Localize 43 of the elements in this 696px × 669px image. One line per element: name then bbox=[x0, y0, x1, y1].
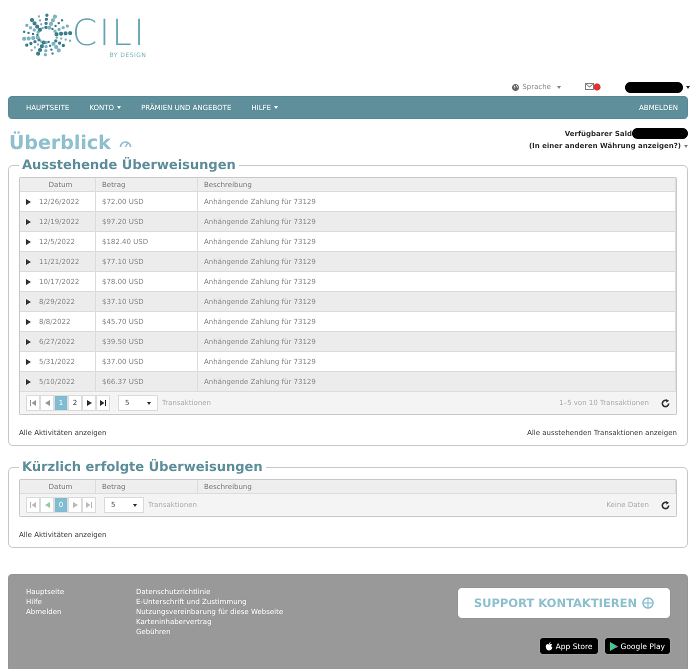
caret-icon bbox=[147, 402, 151, 404]
expand-icon bbox=[26, 338, 31, 344]
caret-icon bbox=[274, 106, 278, 109]
skip-forward-icon bbox=[86, 502, 92, 508]
expand-icon bbox=[26, 238, 31, 244]
caret-icon bbox=[684, 144, 688, 148]
skip-forward-icon bbox=[100, 400, 106, 406]
triangle-left-icon bbox=[44, 400, 50, 406]
expand-icon bbox=[26, 218, 31, 224]
expand-icon bbox=[26, 318, 31, 324]
caret-icon bbox=[133, 504, 137, 506]
mail-icon[interactable] bbox=[585, 83, 601, 91]
previous-page-button[interactable] bbox=[40, 497, 54, 513]
redaction-mark bbox=[632, 128, 688, 139]
section-title: Ausstehende Überweisungen bbox=[21, 158, 237, 173]
last-page-button[interactable] bbox=[96, 395, 110, 411]
expand-icon bbox=[26, 298, 31, 304]
triangle-right-icon bbox=[86, 400, 92, 406]
previous-page-button[interactable] bbox=[40, 395, 54, 411]
expand-icon bbox=[26, 378, 31, 384]
refresh-icon[interactable] bbox=[661, 500, 670, 510]
next-page-button[interactable] bbox=[82, 395, 96, 411]
expand-icon bbox=[26, 258, 31, 264]
page-title: Überblick bbox=[9, 132, 111, 154]
refresh-icon[interactable] bbox=[661, 398, 670, 408]
caret-icon bbox=[557, 86, 561, 88]
redaction-mark bbox=[625, 82, 683, 92]
expand-icon bbox=[26, 358, 31, 364]
caret-icon bbox=[686, 86, 690, 88]
globe-icon bbox=[512, 84, 520, 90]
globe-icon bbox=[642, 597, 654, 609]
triangle-left-icon bbox=[44, 502, 50, 508]
support-button[interactable]: SUPPORT KONTAKTIEREN bbox=[458, 588, 670, 618]
expand-icon bbox=[26, 278, 31, 284]
section-title: Kürzlich erfolgte Überweisungen bbox=[21, 460, 264, 475]
first-page-button[interactable] bbox=[26, 395, 40, 411]
skip-back-icon bbox=[30, 400, 36, 406]
logo-text: CILI bbox=[72, 16, 146, 52]
skip-back-icon bbox=[30, 502, 36, 508]
expand-icon bbox=[26, 198, 31, 204]
caret-icon bbox=[117, 106, 122, 109]
triangle-right-icon bbox=[72, 502, 78, 508]
gauge-icon bbox=[118, 138, 132, 148]
